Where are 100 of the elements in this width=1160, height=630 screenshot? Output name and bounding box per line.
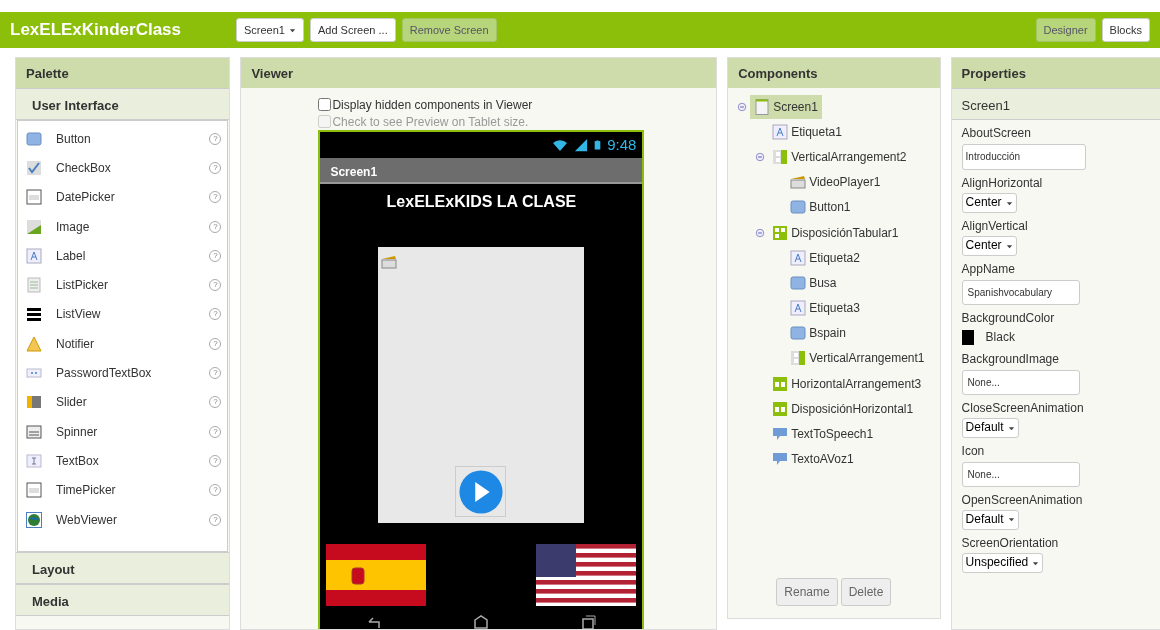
dropdown[interactable]: Default bbox=[961, 418, 1019, 438]
tree-item[interactable]: VerticalArrangement2 bbox=[768, 144, 911, 169]
table-arrangement-icon bbox=[772, 224, 789, 241]
tree-item[interactable]: Screen1 bbox=[750, 94, 822, 119]
tree-item[interactable]: Etiqueta2 bbox=[786, 245, 864, 270]
spain-flag-button[interactable] bbox=[326, 544, 427, 606]
checkbox-icon bbox=[26, 159, 42, 176]
usa-flag-button[interactable] bbox=[536, 544, 637, 606]
vertical-arrangement-icon bbox=[772, 148, 789, 165]
palette-item[interactable]: Slider ? bbox=[18, 387, 228, 417]
panel-header: Properties bbox=[951, 58, 1160, 88]
play-icon bbox=[457, 468, 504, 515]
label-icon bbox=[26, 247, 42, 264]
panel-header: Palette bbox=[16, 58, 230, 88]
horizontal-arrangement-icon bbox=[772, 375, 789, 392]
add-screen-button[interactable]: Add Screen ... bbox=[310, 17, 396, 43]
caret-icon bbox=[1005, 199, 1013, 207]
dropdown[interactable]: Center bbox=[961, 193, 1017, 213]
video-player[interactable] bbox=[378, 247, 585, 523]
palette-item[interactable]: TimePicker ? bbox=[18, 475, 228, 505]
caret-icon bbox=[289, 27, 296, 35]
rename-button[interactable]: Rename bbox=[776, 578, 838, 606]
property-name: CloseScreenAnimation bbox=[961, 400, 1085, 417]
phone-title-bar: Screen1 bbox=[320, 157, 643, 184]
palette-item[interactable]: Button ? bbox=[18, 124, 228, 154]
palette-item[interactable]: TextBox ? bbox=[18, 446, 228, 476]
button-icon bbox=[790, 325, 807, 342]
panel-header: Viewer bbox=[241, 58, 717, 88]
tree-item[interactable]: Busa bbox=[786, 270, 841, 295]
view-tab[interactable]: Blocks bbox=[1101, 17, 1150, 43]
input-field[interactable]: None... bbox=[961, 369, 1080, 395]
vertical-arrangement-icon bbox=[790, 350, 807, 367]
textbox-icon bbox=[26, 452, 42, 469]
globe-icon bbox=[26, 511, 42, 528]
list-icon bbox=[26, 277, 42, 294]
palette-item[interactable]: Label ? bbox=[18, 241, 228, 271]
calendar-icon bbox=[26, 189, 42, 206]
label-icon bbox=[772, 123, 789, 140]
text-area[interactable]: Introducción bbox=[961, 143, 1086, 170]
remove-screen-button[interactable]: Remove Screen bbox=[401, 17, 497, 43]
button-icon bbox=[26, 130, 42, 147]
palette-section-header[interactable]: User Interface bbox=[16, 88, 230, 120]
caret-icon bbox=[1007, 424, 1015, 432]
color-swatch[interactable] bbox=[961, 329, 974, 345]
caret-icon bbox=[1005, 242, 1013, 250]
tree-item[interactable]: DisposiciónTabular1 bbox=[768, 220, 903, 245]
app-title: LexELExKinderClass bbox=[10, 19, 182, 42]
caret-icon bbox=[1032, 559, 1040, 567]
palette-item[interactable]: PasswordTextBox ? bbox=[18, 358, 228, 388]
palette-item[interactable]: CheckBox ? bbox=[18, 153, 228, 183]
property-name: AppName bbox=[961, 261, 1016, 278]
screen-dropdown[interactable]: Screen1 bbox=[236, 17, 304, 43]
property-name: AlignHorizontal bbox=[961, 175, 1044, 192]
warning-icon bbox=[26, 335, 42, 352]
palette-section-header[interactable]: Media bbox=[16, 584, 230, 616]
tree-item[interactable]: HorizontalArrangement3 bbox=[768, 371, 926, 396]
tree-item[interactable]: Button1 bbox=[786, 195, 855, 220]
tree-item[interactable]: Etiqueta1 bbox=[768, 119, 846, 144]
image-icon bbox=[26, 218, 42, 235]
screen-icon bbox=[754, 98, 771, 115]
list-icon bbox=[26, 306, 42, 323]
checkbox[interactable] bbox=[318, 98, 332, 111]
palette-section-header[interactable]: Layout bbox=[16, 552, 230, 584]
collapse-icon[interactable] bbox=[754, 151, 767, 162]
tree-item[interactable]: VerticalArrangement1 bbox=[786, 346, 929, 371]
checkbox-label[interactable]: Display hidden components in Viewer bbox=[332, 95, 533, 114]
spinner-icon bbox=[26, 423, 42, 440]
palette-item[interactable]: Spinner ? bbox=[18, 416, 228, 447]
button-icon bbox=[790, 274, 807, 291]
tree-item[interactable]: DisposiciónHorizontal1 bbox=[768, 396, 918, 421]
input-field[interactable]: Spanishvocabulary bbox=[961, 279, 1080, 305]
palette-item[interactable]: ListView ? bbox=[18, 299, 228, 330]
password-icon bbox=[26, 365, 42, 381]
collapse-icon[interactable] bbox=[736, 101, 749, 112]
view-tab[interactable]: Designer bbox=[1035, 17, 1096, 43]
label-icon bbox=[790, 300, 807, 317]
palette-item[interactable]: Image ? bbox=[18, 211, 228, 242]
tree-item[interactable]: Etiqueta3 bbox=[786, 296, 864, 321]
play-button[interactable] bbox=[455, 466, 507, 517]
palette-item[interactable]: Notifier ? bbox=[18, 329, 228, 359]
collapse-icon[interactable] bbox=[754, 227, 767, 238]
property-name: OpenScreenAnimation bbox=[961, 492, 1084, 509]
delete-button[interactable]: Delete bbox=[840, 578, 892, 606]
dropdown[interactable]: Default bbox=[961, 510, 1019, 530]
tree-item[interactable]: VideoPlayer1 bbox=[786, 170, 885, 195]
palette-item[interactable]: WebViewer ? bbox=[18, 504, 228, 535]
horizontal-arrangement-icon bbox=[772, 400, 789, 417]
input-field[interactable]: None... bbox=[961, 461, 1080, 487]
tree-item[interactable]: TextToSpeech1 bbox=[768, 422, 878, 447]
tree-item[interactable]: TextoAVoz1 bbox=[768, 447, 858, 472]
tree-item[interactable]: Bspain bbox=[786, 321, 850, 346]
selected-component-label: Screen1 bbox=[951, 88, 1160, 120]
phone-heading: LexELExKIDS LA CLASE bbox=[385, 191, 578, 212]
property-name: AlignVertical bbox=[961, 218, 1029, 235]
property-name: Icon bbox=[961, 443, 986, 460]
palette-item[interactable]: DatePicker ? bbox=[18, 182, 228, 212]
palette-item[interactable]: ListPicker ? bbox=[18, 270, 228, 300]
dropdown[interactable]: Center bbox=[961, 236, 1017, 256]
dropdown[interactable]: Unspecified bbox=[961, 553, 1044, 573]
property-name: BackgroundImage bbox=[961, 352, 1060, 368]
